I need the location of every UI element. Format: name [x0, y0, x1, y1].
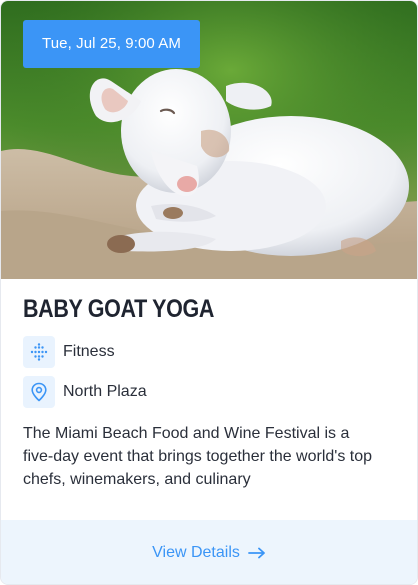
event-category: Fitness: [63, 343, 115, 360]
event-location: North Plaza: [63, 383, 147, 400]
event-card: Tue, Jul 25, 9:00 AM BABY GOAT YOGA Fitn…: [0, 0, 418, 585]
event-date-badge: Tue, Jul 25, 9:00 AM: [23, 20, 200, 68]
event-category-row: Fitness: [23, 336, 395, 368]
view-details-button[interactable]: View Details: [1, 520, 417, 584]
arrow-right-icon: [247, 547, 266, 559]
view-details-label: View Details: [152, 544, 240, 561]
dots-grid-icon: [23, 336, 55, 368]
map-pin-icon: [23, 376, 55, 408]
event-location-row: North Plaza: [23, 376, 395, 408]
event-details: BABY GOAT YOGA Fitness North Plaza The M…: [23, 291, 395, 491]
event-title: BABY GOAT YOGA: [23, 295, 215, 323]
event-description: The Miami Beach Food and Wine Festival i…: [23, 425, 373, 488]
